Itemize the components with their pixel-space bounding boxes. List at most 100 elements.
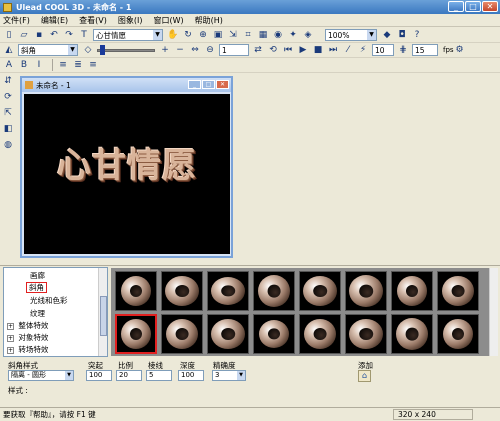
doc-minimize-button[interactable]: _ xyxy=(188,80,201,89)
preset-thumbnail[interactable] xyxy=(207,314,249,354)
help-icon[interactable]: ? xyxy=(411,29,423,41)
tree-scroll-thumb[interactable] xyxy=(100,296,107,336)
tree-item-light-color[interactable]: 光线和色彩 xyxy=(30,295,68,306)
add-button[interactable]: ⌂ xyxy=(358,370,371,382)
color-icon[interactable]: ◉ xyxy=(272,29,284,41)
timeline-slider[interactable] xyxy=(97,44,155,55)
timeline-thumb[interactable] xyxy=(100,44,105,55)
menu-window[interactable]: 窗口(W) xyxy=(153,15,183,26)
bevel-style-select[interactable]: 隔离 - 圆形 ▼ xyxy=(8,370,74,381)
size-object-icon[interactable]: ⇱ xyxy=(2,107,14,119)
preset-thumbnail[interactable] xyxy=(161,271,203,311)
texture-icon[interactable]: ◈ xyxy=(302,29,314,41)
hand-icon[interactable]: ✋ xyxy=(167,29,179,41)
object-icon[interactable]: ◧ xyxy=(2,123,14,135)
key-reverse-icon[interactable]: ⊖ xyxy=(204,44,216,56)
gallery-scrollbar[interactable] xyxy=(489,268,498,356)
light-icon[interactable]: ✦ xyxy=(287,29,299,41)
zoom-combo[interactable]: 100% ▼ xyxy=(325,29,377,41)
zoom-icon[interactable]: ⊕ xyxy=(197,29,209,41)
size-icon[interactable]: ⇲ xyxy=(227,29,239,41)
loop-icon[interactable]: ⇄ xyxy=(252,44,264,56)
menu-help[interactable]: 帮助(H) xyxy=(195,15,223,26)
menu-view[interactable]: 查看(V) xyxy=(79,15,107,26)
preset-thumbnail[interactable] xyxy=(115,271,157,311)
keyframe-add-icon[interactable]: ◇ xyxy=(82,44,94,56)
effect-combo[interactable]: 斜角 ▼ xyxy=(18,44,78,56)
key-copy-icon[interactable]: ⇔ xyxy=(189,44,201,56)
render-icon[interactable]: ◆ xyxy=(381,29,393,41)
expand-icon[interactable]: + xyxy=(7,323,14,330)
preset-thumbnail[interactable] xyxy=(345,314,387,354)
preset-thumbnail[interactable] xyxy=(299,314,341,354)
globe-icon[interactable]: ◍ xyxy=(2,139,14,151)
tree-item-texture[interactable]: 纹理 xyxy=(30,308,45,319)
minimize-button[interactable]: _ xyxy=(448,1,464,12)
preset-thumbnail[interactable] xyxy=(345,271,387,311)
align-left-icon[interactable]: ≡ xyxy=(57,59,69,71)
fps-field[interactable]: 15 xyxy=(412,44,438,56)
open-file-icon[interactable]: ▱ xyxy=(18,29,30,41)
protrude-field[interactable]: 100 xyxy=(86,370,112,381)
preset-thumbnail[interactable] xyxy=(391,271,433,311)
preset-thumbnail[interactable] xyxy=(437,314,479,354)
text-italic-icon[interactable]: I xyxy=(33,59,45,71)
first-frame-icon[interactable]: ⏮ xyxy=(282,44,294,56)
menu-image[interactable]: 图象(I) xyxy=(118,15,143,26)
camera-icon[interactable]: ◘ xyxy=(396,29,408,41)
depth-field[interactable]: 100 xyxy=(178,370,204,381)
key-add-icon[interactable]: + xyxy=(159,44,171,56)
doc-close-button[interactable]: ✕ xyxy=(216,80,229,89)
close-button[interactable]: ✕ xyxy=(482,1,498,12)
settings-icon[interactable]: ⚙ xyxy=(454,44,466,56)
key-remove-icon[interactable]: − xyxy=(174,44,186,56)
grid-icon[interactable]: ▦ xyxy=(257,29,269,41)
speed-icon[interactable]: ⚡ xyxy=(357,44,369,56)
stop-icon[interactable]: ■ xyxy=(312,44,324,56)
last-frame-icon[interactable]: ⏭ xyxy=(327,44,339,56)
preset-thumbnail[interactable] xyxy=(299,271,341,311)
precision-select[interactable]: 3 ▼ xyxy=(212,370,246,381)
preset-thumbnail[interactable] xyxy=(437,271,479,311)
fit-icon[interactable]: ▣ xyxy=(212,29,224,41)
maximize-button[interactable]: □ xyxy=(465,1,481,12)
tree-item-bevel[interactable]: 斜角 xyxy=(26,282,47,293)
edge-field[interactable]: 5 xyxy=(146,370,172,381)
speed-field[interactable]: 10 xyxy=(372,44,394,56)
tree-item-object-effects[interactable]: + 对象特效 xyxy=(7,332,48,343)
align-right-icon[interactable]: ≡ xyxy=(87,59,99,71)
tree-item-transition-effects[interactable]: + 转场特效 xyxy=(7,344,48,355)
frame-field[interactable]: 1 xyxy=(219,44,249,56)
render-canvas[interactable]: 心甘情愿 xyxy=(24,94,230,254)
preset-thumbnail[interactable] xyxy=(253,314,295,354)
text-style-icon[interactable]: A xyxy=(3,59,15,71)
preset-thumbnail[interactable] xyxy=(253,271,295,311)
redo-icon[interactable]: ↷ xyxy=(63,29,75,41)
tree-item-gallery[interactable]: 画廊 xyxy=(30,270,45,281)
rotate-object-icon[interactable]: ⟳ xyxy=(2,91,14,103)
preset-thumbnail[interactable] xyxy=(207,271,249,311)
crop-icon[interactable]: ⌗ xyxy=(242,29,254,41)
doc-maximize-button[interactable]: □ xyxy=(202,80,215,89)
pingpong-icon[interactable]: ⟲ xyxy=(267,44,279,56)
text-object-combo[interactable]: 心甘情愿 ▼ xyxy=(93,29,163,41)
menu-edit[interactable]: 编辑(E) xyxy=(41,15,68,26)
expand-icon[interactable]: + xyxy=(7,347,14,354)
preset-thumbnail[interactable] xyxy=(161,314,203,354)
text-insert-icon[interactable]: T xyxy=(78,29,90,41)
menu-file[interactable]: 文件(F) xyxy=(3,15,30,26)
document-titlebar[interactable]: 未命名 - 1 _ □ ✕ xyxy=(22,78,231,92)
move-object-icon[interactable]: ⇵ xyxy=(2,75,14,87)
undo-icon[interactable]: ↶ xyxy=(48,29,60,41)
align-center-icon[interactable]: ≣ xyxy=(72,59,84,71)
preset-thumbnail[interactable] xyxy=(391,314,433,354)
text-bold-icon[interactable]: B xyxy=(18,59,30,71)
save-icon[interactable]: ▪ xyxy=(33,29,45,41)
tree-item-global-effects[interactable]: + 整体特效 xyxy=(7,320,48,331)
new-file-icon[interactable]: ▯ xyxy=(3,29,15,41)
tree-scrollbar[interactable] xyxy=(98,268,107,356)
preset-thumbnail-selected[interactable] xyxy=(115,314,157,354)
rotate-icon[interactable]: ↻ xyxy=(182,29,194,41)
play-icon[interactable]: ▶ xyxy=(297,44,309,56)
ratio-field[interactable]: 20 xyxy=(116,370,142,381)
